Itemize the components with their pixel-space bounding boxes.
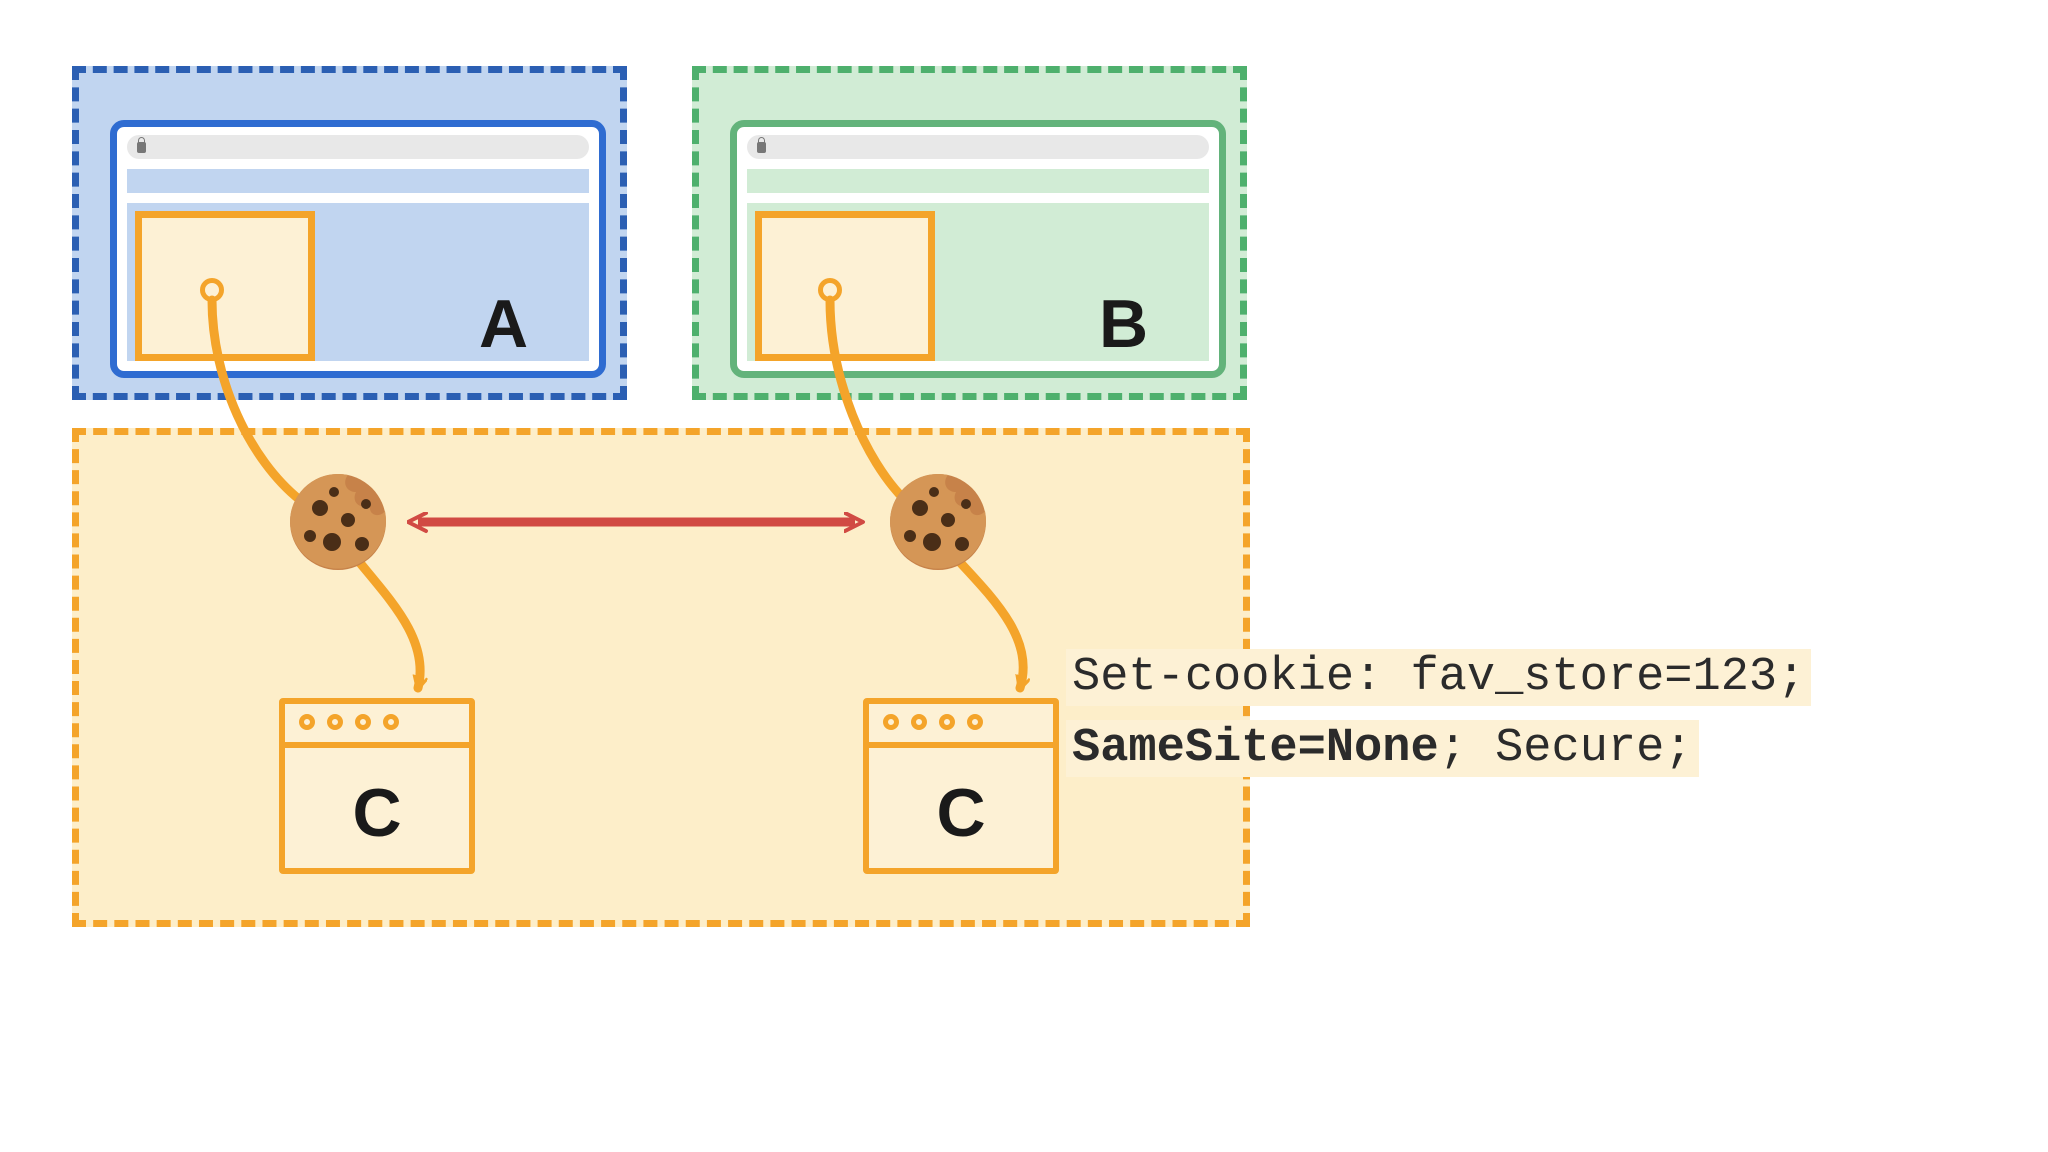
window-dots-icon — [883, 714, 983, 730]
site-a-box: A — [72, 66, 627, 400]
code-bold: SameSite=None — [1072, 722, 1439, 775]
lock-icon — [757, 142, 766, 153]
connector-dot-a — [200, 278, 224, 302]
site-b-box: B — [692, 66, 1247, 400]
browser-a — [110, 120, 606, 378]
code-line-2: SameSite=None; Secure; — [1066, 722, 1699, 775]
addr-bar-a — [127, 135, 589, 159]
code-rest: ; Secure; — [1439, 722, 1693, 775]
divider — [285, 742, 469, 748]
divider — [869, 742, 1053, 748]
label-a: A — [479, 285, 528, 363]
label-c-right: C — [869, 774, 1053, 852]
iframe-a — [135, 211, 315, 361]
addr-bar-b — [747, 135, 1209, 159]
iframe-b — [755, 211, 935, 361]
code-line-1: Set-cookie: fav_store=123; — [1066, 651, 1811, 704]
label-c-left: C — [285, 774, 469, 852]
code-text-1: Set-cookie: fav_store=123; — [1066, 649, 1811, 706]
diagram-root: A B C C — [0, 0, 2048, 1152]
label-b: B — [1099, 285, 1148, 363]
nav-bar-b — [747, 169, 1209, 193]
window-c-left: C — [279, 698, 475, 874]
connector-dot-b — [818, 278, 842, 302]
nav-bar-a — [127, 169, 589, 193]
lock-icon — [137, 142, 146, 153]
window-c-right: C — [863, 698, 1059, 874]
browser-b — [730, 120, 1226, 378]
window-dots-icon — [299, 714, 399, 730]
